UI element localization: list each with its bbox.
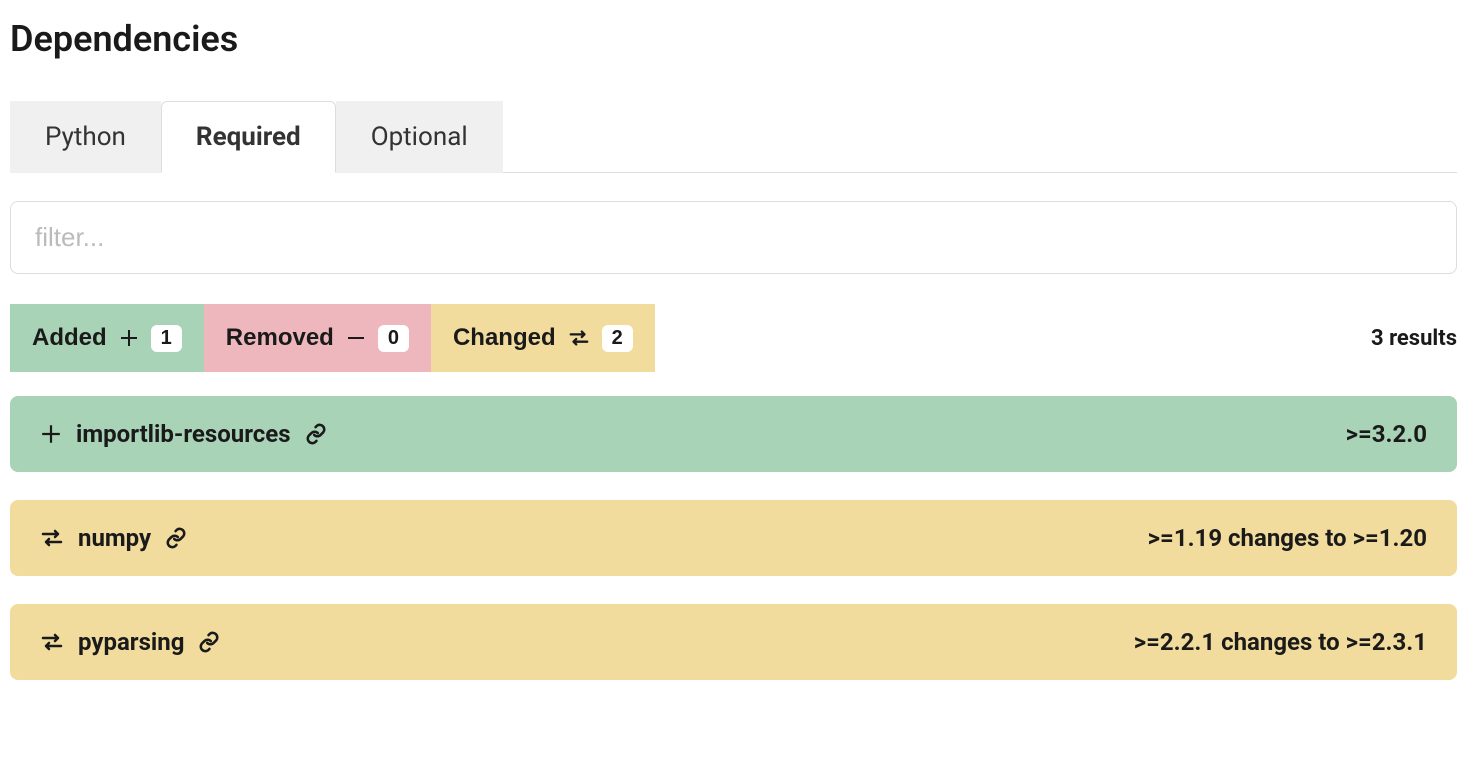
link-icon[interactable] [198,631,220,653]
link-icon[interactable] [165,527,187,549]
added-label: Added [32,324,107,352]
swap-icon [40,526,64,550]
tab-python[interactable]: Python [10,101,161,173]
page-title: Dependencies [10,18,1457,60]
tab-bar: Python Required Optional [10,100,1457,173]
removed-count: 0 [378,325,409,352]
dependency-left: numpy [40,524,187,552]
changed-count: 2 [602,325,633,352]
dependency-left: pyparsing [40,628,220,656]
results-count: 3 results [1371,326,1457,351]
plus-icon [119,328,139,348]
link-icon[interactable] [305,423,327,445]
changed-label: Changed [453,324,556,352]
swap-icon [568,327,590,349]
dependency-list: importlib-resources >=3.2.0 numpy [10,396,1457,680]
dependency-row: pyparsing >=2.2.1 changes to >=2.3.1 [10,604,1457,680]
dependency-row: numpy >=1.19 changes to >=1.20 [10,500,1457,576]
dependency-name: importlib-resources [76,420,291,448]
badge-group: Added 1 Removed 0 Changed 2 [10,304,655,372]
removed-label: Removed [226,324,334,352]
dependency-name: pyparsing [78,628,184,656]
dependency-version: >=3.2.0 [1346,420,1427,448]
dependency-left: importlib-resources [40,420,327,448]
minus-icon [346,328,366,348]
plus-icon [40,423,62,445]
tab-required[interactable]: Required [161,101,336,173]
filter-changed-button[interactable]: Changed 2 [431,304,655,372]
dependency-version: >=1.19 changes to >=1.20 [1148,524,1427,552]
tab-optional[interactable]: Optional [336,101,503,173]
added-count: 1 [151,325,182,352]
dependency-row: importlib-resources >=3.2.0 [10,396,1457,472]
dependency-version: >=2.2.1 changes to >=2.3.1 [1134,628,1427,656]
filter-added-button[interactable]: Added 1 [10,304,204,372]
filter-input[interactable] [10,201,1457,274]
dependency-name: numpy [78,524,151,552]
filter-removed-button[interactable]: Removed 0 [204,304,431,372]
swap-icon [40,630,64,654]
controls-row: Added 1 Removed 0 Changed 2 3 results [10,304,1457,372]
